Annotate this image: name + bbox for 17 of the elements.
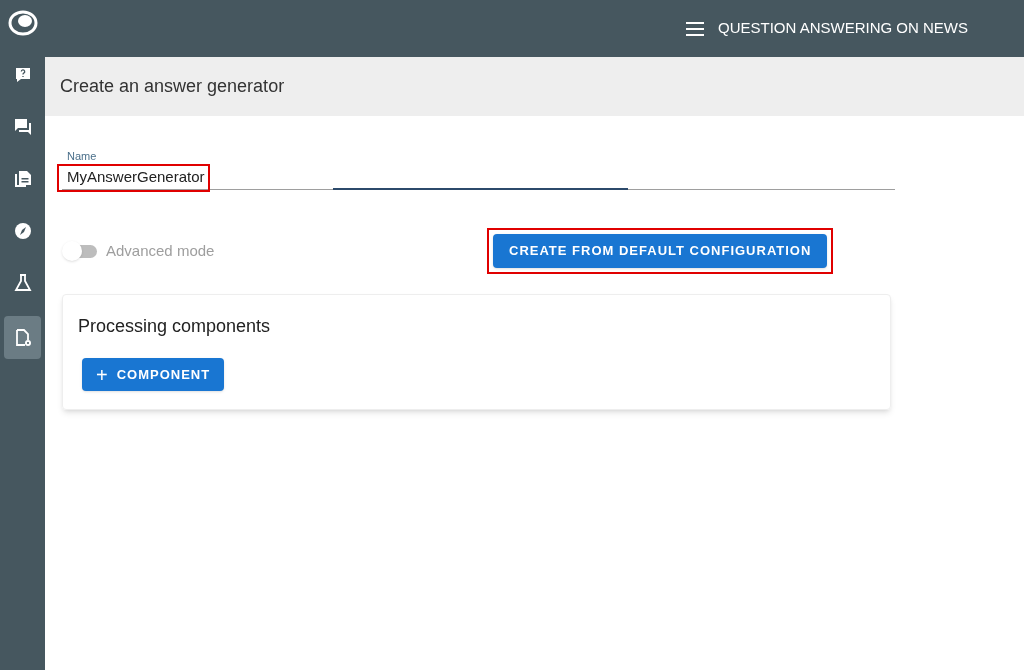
field-label: Name: [66, 150, 97, 163]
page-title: Create an answer generator: [60, 75, 285, 98]
app-title: QUESTION ANSWERING ON NEWS: [717, 18, 968, 39]
compass-icon: [12, 220, 33, 241]
eye-logo-icon[interactable]: [7, 8, 38, 38]
field-value: MyAnswerGenerator: [66, 167, 205, 187]
add-component-button[interactable]: + COMPONENT: [82, 358, 225, 391]
menu-icon[interactable]: [685, 21, 704, 36]
flask-icon: [12, 272, 33, 293]
toggle-switch[interactable]: [62, 241, 98, 261]
chat-bubbles-icon: [12, 116, 33, 137]
name-field[interactable]: Name MyAnswerGenerator: [62, 150, 895, 190]
documents-icon: [12, 168, 33, 189]
create-default-button[interactable]: CREATE FROM DEFAULT CONFIGURATION: [493, 234, 828, 268]
toggle-label: Advanced mode: [106, 240, 215, 261]
card-title: Processing components: [78, 315, 271, 338]
nav-item[interactable]: [4, 316, 41, 359]
